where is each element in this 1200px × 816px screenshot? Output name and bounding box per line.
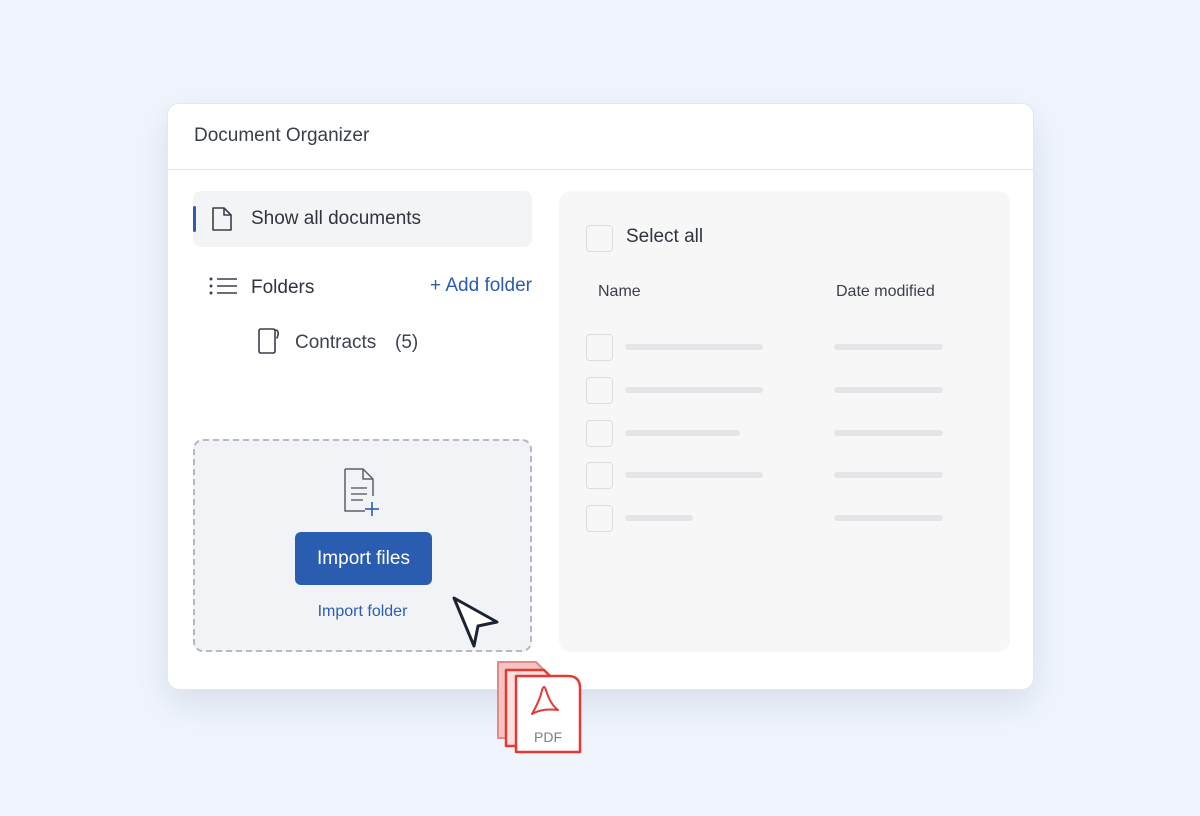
name-placeholder — [625, 344, 763, 350]
folder-icon — [258, 328, 279, 354]
column-header-date-modified[interactable]: Date modified — [836, 283, 935, 301]
sidebar-item-show-all-documents[interactable]: Show all documents — [193, 191, 532, 247]
date-placeholder — [834, 515, 943, 521]
document-organizer-window: Document Organizer Show all documents Fo… — [167, 103, 1034, 690]
mouse-cursor-icon — [452, 596, 499, 648]
row-checkbox[interactable] — [586, 462, 613, 489]
folder-label: Contracts — [295, 332, 377, 353]
sidebar-item-label: Show all documents — [251, 208, 422, 229]
name-placeholder — [625, 472, 763, 478]
date-placeholder — [834, 344, 943, 350]
row-checkbox[interactable] — [586, 505, 613, 532]
folder-count: (5) — [395, 332, 419, 353]
file-add-icon — [344, 468, 379, 516]
date-placeholder — [834, 430, 943, 436]
dragged-pdf-files[interactable]: PDF — [494, 658, 586, 758]
active-indicator — [193, 206, 196, 232]
list-icon — [209, 277, 237, 295]
add-folder-button[interactable]: + Add folder — [430, 275, 532, 297]
date-placeholder — [834, 387, 943, 393]
pdf-label: PDF — [534, 729, 562, 745]
sidebar-item-folder-contracts[interactable]: Contracts (5) — [254, 325, 454, 355]
folders-header: Folders + Add folder — [193, 272, 532, 302]
select-all-label: Select all — [626, 226, 704, 247]
column-header-name[interactable]: Name — [598, 283, 641, 301]
row-checkbox[interactable] — [586, 420, 613, 447]
select-all-checkbox[interactable] — [586, 225, 613, 252]
date-placeholder — [834, 472, 943, 478]
title-bar: Document Organizer — [168, 104, 1033, 170]
name-placeholder — [625, 387, 763, 393]
import-files-button[interactable]: Import files — [295, 532, 432, 585]
document-icon — [212, 207, 232, 231]
folders-label: Folders — [251, 277, 315, 298]
name-placeholder — [625, 430, 740, 436]
row-checkbox[interactable] — [586, 334, 613, 361]
row-checkbox[interactable] — [586, 377, 613, 404]
window-title: Document Organizer — [194, 125, 370, 146]
name-placeholder — [625, 515, 693, 521]
documents-list-panel: Select all Name Date modified — [559, 191, 1010, 652]
pdf-icon: PDF — [497, 661, 582, 754]
